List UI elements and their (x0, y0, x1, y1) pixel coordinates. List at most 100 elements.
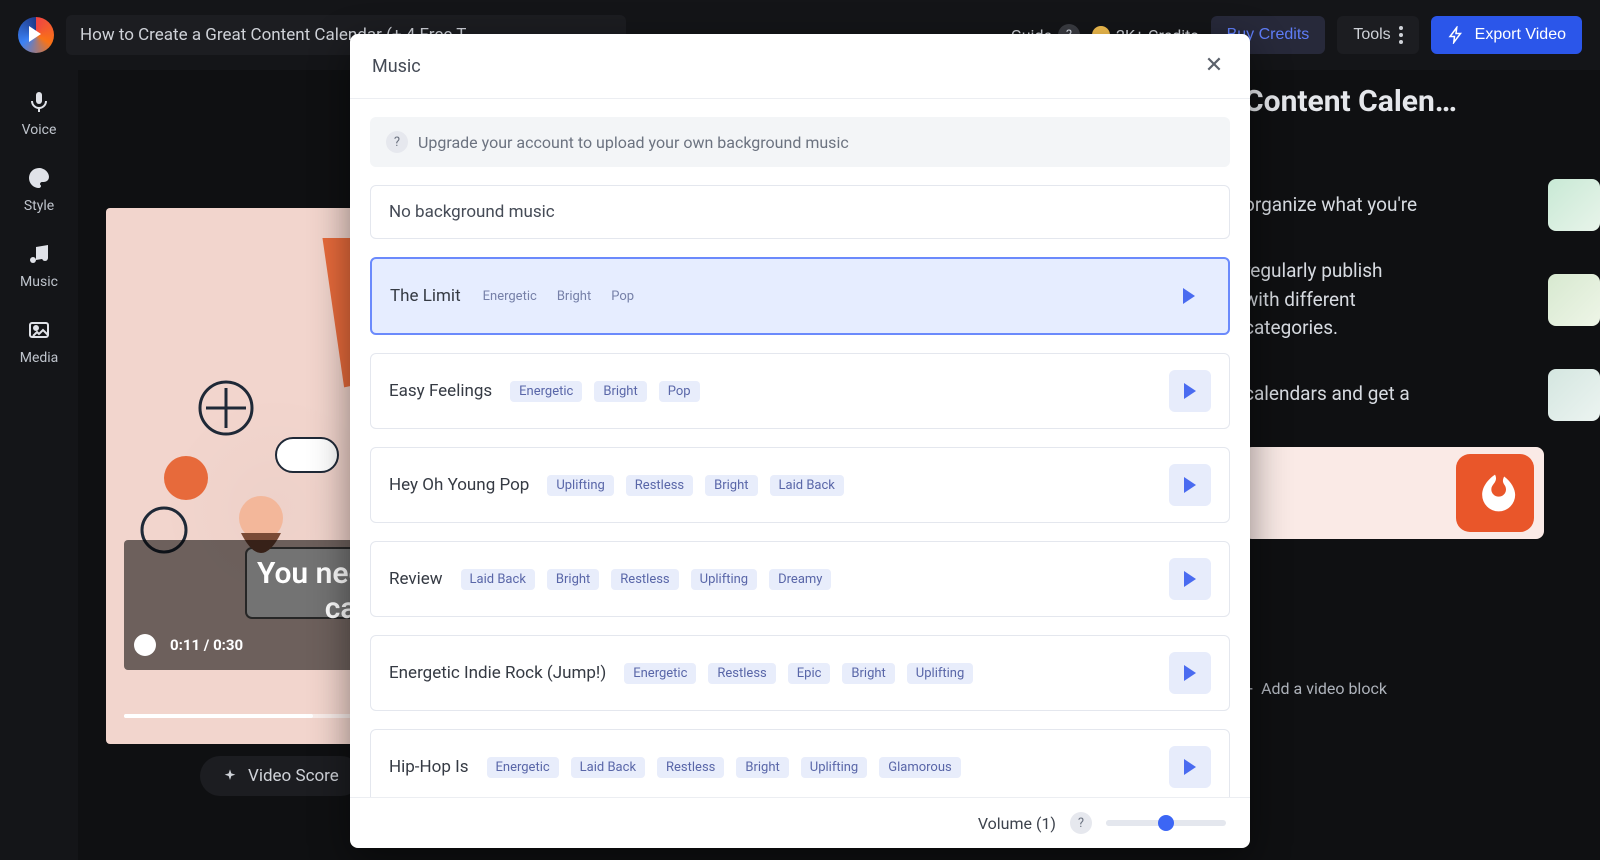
promo-card[interactable] (1244, 447, 1544, 539)
right-text-line: regularly publish (1244, 257, 1530, 286)
help-icon[interactable]: ? (1070, 812, 1092, 834)
sidebar-item-voice[interactable]: Voice (22, 88, 57, 138)
tag: Laid Back (461, 569, 535, 590)
right-panel: Content Calen… organize what you're regu… (1244, 84, 1600, 698)
track-name: Energetic Indie Rock (Jump!) (389, 663, 606, 683)
info-icon: ? (386, 131, 408, 153)
tag: Bright (705, 475, 757, 496)
track-hip-hop-is[interactable]: Hip-Hop Is Energetic Laid Back Restless … (370, 729, 1230, 797)
upgrade-text: Upgrade your account to upload your own … (418, 133, 849, 152)
image-icon (25, 316, 53, 344)
tag: Energetic (487, 757, 559, 778)
add-block-label: Add a video block (1261, 679, 1387, 698)
slider-knob[interactable] (1158, 815, 1174, 831)
tools-label: Tools (1353, 26, 1390, 44)
sidebar-item-media[interactable]: Media (20, 316, 59, 366)
tag: Bright (736, 757, 788, 778)
play-icon (1184, 571, 1196, 587)
brand-badge (1456, 454, 1534, 532)
spark-icon (222, 768, 238, 784)
play-icon (1184, 759, 1196, 775)
playhead-dot-icon[interactable] (134, 634, 156, 656)
right-row[interactable]: organize what you're (1244, 179, 1600, 231)
tag: Uplifting (801, 757, 867, 778)
sidebar-label: Style (24, 198, 54, 214)
export-label: Export Video (1475, 26, 1566, 44)
play-button[interactable] (1169, 652, 1211, 694)
volume-label: Volume (1) (978, 814, 1056, 833)
tag: Energetic (479, 289, 541, 304)
thumbnail (1548, 274, 1600, 326)
play-button[interactable] (1168, 275, 1210, 317)
music-icon (25, 240, 53, 268)
thumbnail (1548, 369, 1600, 421)
track-easy-feelings[interactable]: Easy Feelings Energetic Bright Pop (370, 353, 1230, 429)
modal-body[interactable]: ? Upgrade your account to upload your ow… (350, 99, 1250, 797)
track-name: Review (389, 569, 443, 589)
tag: Pop (659, 381, 700, 402)
tag: Uplifting (547, 475, 613, 496)
play-icon (1184, 665, 1196, 681)
track-name: Hip-Hop Is (389, 757, 469, 777)
sidebar: Voice Style Music Media (0, 70, 78, 860)
timecode-display: 0:11 / 0:30 (170, 636, 243, 654)
upgrade-banner[interactable]: ? Upgrade your account to upload your ow… (370, 117, 1230, 167)
sidebar-item-music[interactable]: Music (20, 240, 58, 290)
tools-menu-button[interactable]: Tools (1337, 16, 1418, 54)
track-review[interactable]: Review Laid Back Bright Restless Uplifti… (370, 541, 1230, 617)
sidebar-item-style[interactable]: Style (24, 164, 54, 214)
right-text-line: organize what you're (1244, 191, 1530, 220)
video-score-button[interactable]: Video Score (200, 756, 361, 796)
tag: Epic (788, 663, 831, 684)
right-title: Content Calen… (1244, 84, 1600, 119)
tag: Restless (708, 663, 775, 684)
tag: Restless (657, 757, 724, 778)
track-energetic-indie-rock[interactable]: Energetic Indie Rock (Jump!) Energetic R… (370, 635, 1230, 711)
play-icon (1184, 383, 1196, 399)
tag: Restless (611, 569, 678, 590)
right-row[interactable]: calendars and get a (1244, 369, 1600, 421)
tag: Bright (842, 663, 894, 684)
right-text-line: with different (1244, 286, 1530, 315)
tag: Dreamy (769, 569, 831, 590)
sidebar-label: Music (20, 274, 58, 290)
close-icon: ✕ (1205, 55, 1223, 77)
close-button[interactable]: ✕ (1200, 52, 1228, 80)
modal-footer: Volume (1) ? (350, 797, 1250, 848)
palette-icon (25, 164, 53, 192)
play-icon (1183, 288, 1195, 304)
play-button[interactable] (1169, 746, 1211, 788)
tag: Laid Back (770, 475, 844, 496)
tag: Bright (594, 381, 646, 402)
kebab-icon (1399, 26, 1403, 44)
volume-slider[interactable] (1106, 820, 1226, 826)
track-the-limit[interactable]: The Limit Energetic Bright Pop (370, 257, 1230, 335)
play-button[interactable] (1169, 558, 1211, 600)
flame-icon (1473, 471, 1517, 515)
track-name: Easy Feelings (389, 381, 492, 401)
lightning-icon (1447, 26, 1465, 44)
thumbnail (1548, 179, 1600, 231)
music-modal: Music ✕ ? Upgrade your account to upload… (350, 34, 1250, 848)
right-text-line: categories. (1244, 314, 1530, 343)
track-hey-oh-young-pop[interactable]: Hey Oh Young Pop Uplifting Restless Brig… (370, 447, 1230, 523)
export-video-button[interactable]: Export Video (1431, 16, 1582, 54)
add-video-block-button[interactable]: + Add a video block (1244, 679, 1600, 698)
play-button[interactable] (1169, 464, 1211, 506)
track-no-background[interactable]: No background music (370, 185, 1230, 239)
tag: Energetic (624, 663, 696, 684)
track-name: No background music (389, 202, 555, 222)
right-row[interactable]: regularly publish with different categor… (1244, 257, 1600, 343)
microphone-icon (25, 88, 53, 116)
sidebar-label: Media (20, 350, 59, 366)
video-score-label: Video Score (248, 766, 339, 786)
modal-header: Music ✕ (350, 34, 1250, 99)
tag: Uplifting (691, 569, 757, 590)
tag: Glamorous (879, 757, 960, 778)
track-name: Hey Oh Young Pop (389, 475, 529, 495)
play-button[interactable] (1169, 370, 1211, 412)
sidebar-label: Voice (22, 122, 57, 138)
modal-title: Music (372, 56, 421, 77)
tag: Bright (547, 569, 599, 590)
tag: Laid Back (571, 757, 645, 778)
